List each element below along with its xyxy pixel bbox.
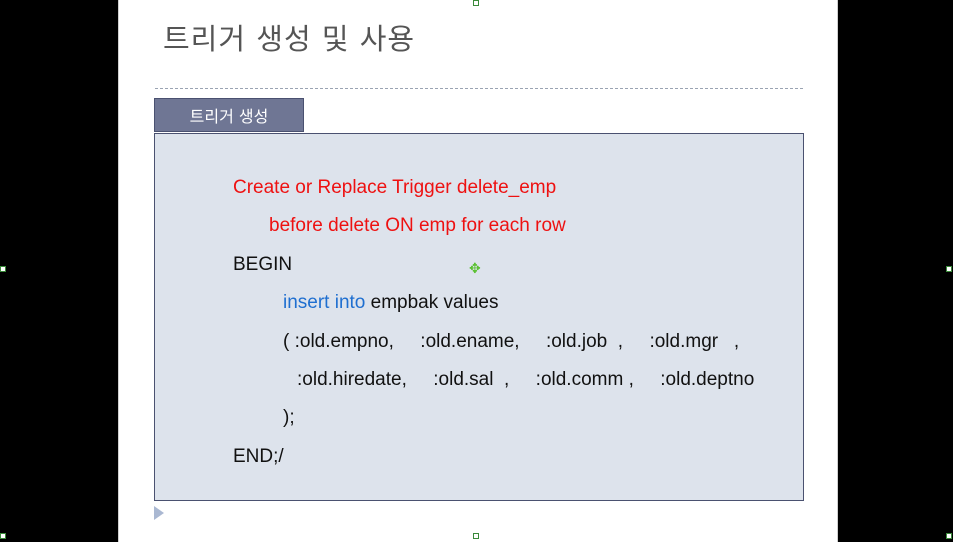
code-line-values-2: :old.hiredate, :old.sal , :old.comm , :o… — [297, 369, 755, 390]
code-line-create: Create or Replace Trigger delete_emp — [233, 177, 557, 198]
code-keyword-insert-into: insert into — [283, 292, 366, 313]
selection-handle-icon[interactable] — [0, 266, 6, 272]
section-tab-label: 트리거 생성 — [189, 107, 269, 126]
selection-handle-icon[interactable] — [946, 266, 952, 272]
code-line-end: END;/ — [233, 446, 284, 467]
code-line-insert: insert into empbak values — [283, 292, 498, 314]
section-tab[interactable]: 트리거 생성 — [154, 98, 304, 132]
title-divider — [155, 88, 803, 89]
selection-handle-icon[interactable] — [0, 533, 6, 539]
code-line-close-paren: ); — [283, 407, 295, 428]
play-marker-icon — [154, 506, 164, 520]
code-text-empbak-values: empbak values — [365, 292, 499, 313]
code-line-before: before delete ON emp for each row — [269, 215, 566, 236]
selection-handle-icon[interactable] — [473, 533, 479, 539]
selection-handle-icon[interactable] — [473, 0, 479, 6]
code-line-values-1: ( :old.empno, :old.ename, :old.job , :ol… — [283, 331, 740, 352]
slide-title[interactable]: 트리거 생성 및 사용 — [163, 16, 415, 58]
selection-handle-icon[interactable] — [946, 533, 952, 539]
move-cursor-icon: ✥ — [469, 261, 481, 277]
code-line-begin: BEGIN — [233, 254, 293, 275]
